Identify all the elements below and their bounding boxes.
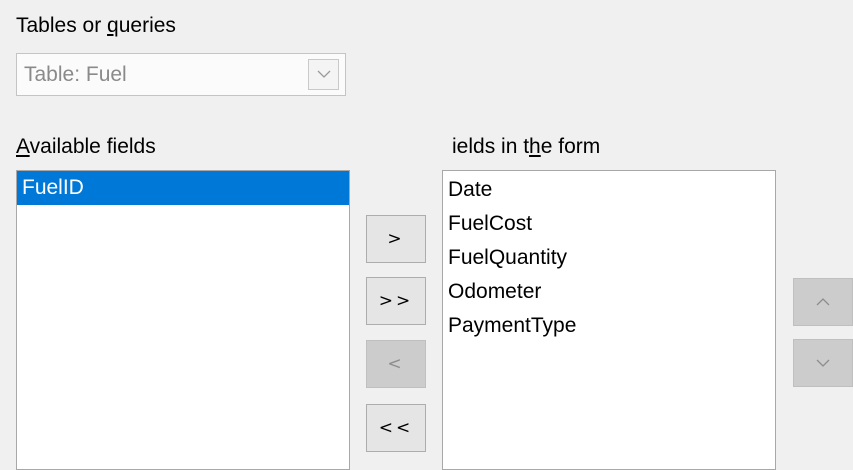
move-up-button[interactable] xyxy=(793,278,853,326)
chevron-down-icon xyxy=(317,70,331,78)
tables-or-queries-label: Tables or queries xyxy=(16,14,176,37)
list-item[interactable]: FuelCost xyxy=(443,207,775,241)
combobox-value: Table: Fuel xyxy=(24,63,127,86)
list-item[interactable]: FuelQuantity xyxy=(443,241,775,275)
remove-all-fields-button[interactable]: << xyxy=(366,404,426,452)
tables-or-queries-combobox[interactable]: Table: Fuel xyxy=(16,53,346,96)
available-fields-list[interactable]: FuelID xyxy=(16,170,350,470)
add-field-button[interactable]: > xyxy=(366,215,426,263)
dropdown-button[interactable] xyxy=(308,59,339,90)
remove-field-button[interactable]: < xyxy=(366,340,426,388)
list-item[interactable]: Date xyxy=(443,173,775,207)
list-item[interactable]: Odometer xyxy=(443,275,775,309)
list-item[interactable]: FuelID xyxy=(17,171,349,205)
available-fields-label: Available fields xyxy=(16,135,156,158)
move-down-button[interactable] xyxy=(793,339,853,387)
add-all-fields-button[interactable]: >> xyxy=(366,277,426,325)
fields-in-form-label: ields in the form xyxy=(452,135,601,158)
fields-in-form-list[interactable]: Date FuelCost FuelQuantity Odometer Paym… xyxy=(442,170,776,470)
list-item[interactable]: PaymentType xyxy=(443,309,775,343)
chevron-down-icon xyxy=(816,359,830,367)
chevron-up-icon xyxy=(816,298,830,306)
